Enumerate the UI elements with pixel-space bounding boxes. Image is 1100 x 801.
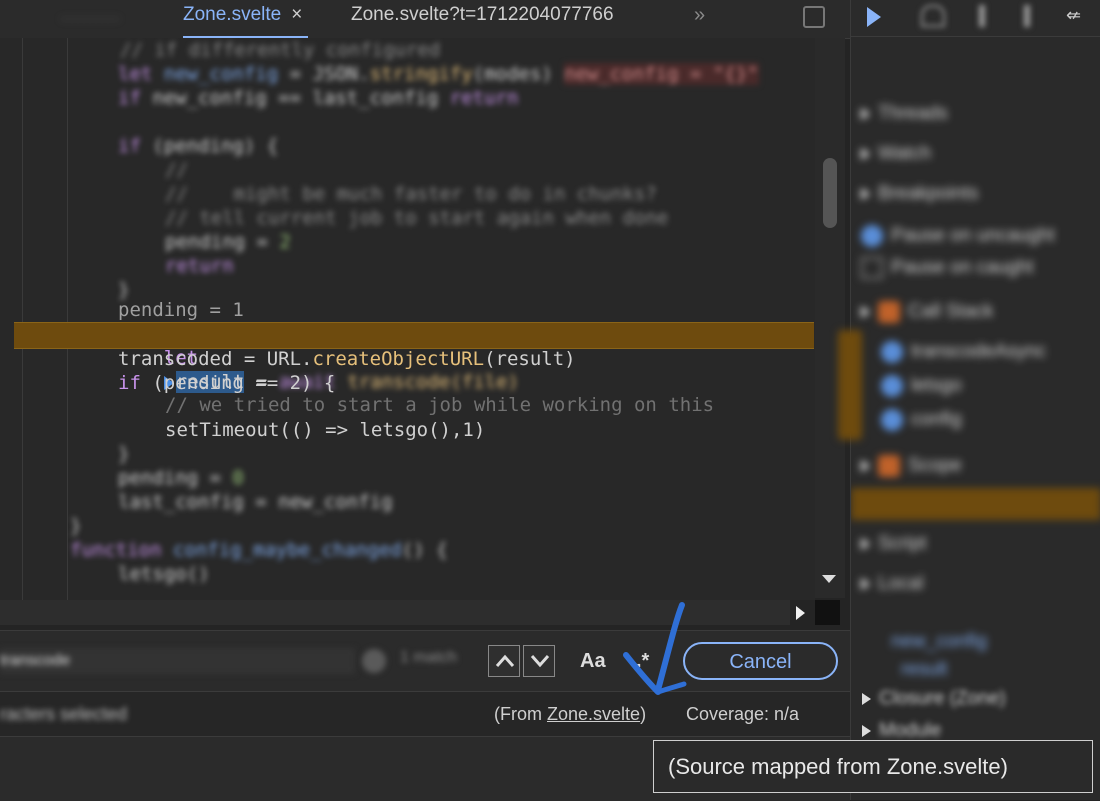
code-line: // if differently configured bbox=[120, 39, 441, 61]
tab-label: Zone.svelte bbox=[183, 4, 282, 25]
scope-section[interactable]: Scope bbox=[861, 452, 962, 480]
clear-search-icon[interactable] bbox=[362, 649, 386, 673]
cancel-button[interactable]: Cancel bbox=[683, 642, 838, 680]
expand-icon bbox=[861, 187, 870, 200]
search-input[interactable]: transcode bbox=[0, 648, 355, 674]
status-bar: racters selected (From Zone.svelte) Cove… bbox=[0, 691, 850, 736]
code-line: transcoded = URL.createObjectURL(result) bbox=[118, 348, 576, 370]
tab-zone-svelte-timestamped[interactable]: Zone.svelte?t=1712204077766 bbox=[351, 0, 614, 36]
expand-icon bbox=[861, 107, 870, 120]
previous-match-button[interactable] bbox=[488, 645, 520, 677]
selection-status: racters selected bbox=[0, 704, 128, 724]
code-editor[interactable]: // if differently configured let new_con… bbox=[0, 38, 815, 600]
breakpoint-item[interactable]: Pause on caught bbox=[861, 254, 1034, 282]
match-count: 1 match bbox=[400, 649, 457, 666]
tab-overflow-area[interactable]: ·········· bbox=[0, 0, 150, 38]
code-line: } bbox=[118, 443, 130, 465]
code-line: pending = 0 bbox=[118, 467, 244, 489]
annotation-arrow-icon bbox=[623, 602, 687, 695]
code-line: function config_maybe_changed() { bbox=[70, 539, 448, 561]
close-icon[interactable]: × bbox=[291, 4, 302, 25]
code-line: // bbox=[165, 159, 200, 181]
scope-item[interactable]: Script bbox=[861, 530, 927, 558]
watch-section[interactable]: Watch bbox=[861, 140, 931, 168]
next-match-button[interactable] bbox=[523, 645, 555, 677]
call-frame[interactable]: letsgo bbox=[881, 372, 962, 400]
tab-label: Zone.svelte?t=1712204077766 bbox=[351, 4, 614, 25]
code-line: } bbox=[70, 515, 82, 537]
deactivate-breakpoints-icon[interactable]: ⇍ bbox=[1066, 5, 1090, 29]
scrollbar-thumb[interactable] bbox=[823, 158, 837, 228]
chevron-up-icon bbox=[495, 654, 515, 667]
match-case-toggle[interactable]: Aa bbox=[580, 645, 606, 677]
call-stack-section[interactable]: Call Stack bbox=[861, 298, 994, 326]
paused-code-line: let result = await transcode(file) bbox=[163, 347, 519, 393]
scope-item[interactable]: Local bbox=[861, 570, 923, 598]
call-frame[interactable]: transcodeAsync bbox=[881, 338, 1046, 366]
coverage-status: Coverage: n/a bbox=[686, 704, 800, 724]
toggle-sidebar-icon[interactable] bbox=[803, 6, 825, 28]
code-line: if new_config == last_config return bbox=[118, 87, 519, 109]
indent-guide bbox=[22, 38, 23, 600]
code-line: // tell current job to start again when … bbox=[165, 207, 669, 229]
paused-frame-marker bbox=[838, 330, 862, 440]
code-line: if (pending) { bbox=[118, 135, 279, 157]
selected-call-frame[interactable] bbox=[851, 488, 1100, 520]
code-line: let new_config = JSON.stringify(modes) n… bbox=[118, 63, 759, 85]
indent-guide bbox=[67, 38, 68, 600]
more-tabs-icon[interactable]: » bbox=[694, 4, 705, 27]
call-frame[interactable]: config bbox=[881, 406, 962, 434]
closure-scope[interactable]: Closure (Zone) bbox=[862, 688, 1006, 710]
code-line: // we tried to start a job while working… bbox=[165, 394, 715, 416]
expand-icon bbox=[862, 724, 871, 737]
module-scope[interactable]: Module bbox=[862, 720, 941, 742]
debugger-toolbar: ⇍ bbox=[851, 0, 1100, 37]
step-out-icon[interactable] bbox=[1016, 5, 1040, 29]
breakpoint-item[interactable]: Pause on uncaught bbox=[861, 222, 1055, 250]
chevron-down-icon bbox=[530, 655, 550, 668]
breakpoints-section[interactable]: Breakpoints bbox=[861, 180, 978, 208]
source-mapped-from: (From Zone.svelte) bbox=[494, 704, 647, 724]
scope-variable: new_config bbox=[891, 631, 988, 652]
expand-icon bbox=[861, 147, 870, 160]
editor-tab-bar: ·········· Zone.svelte × Zone.svelte?t=17… bbox=[0, 0, 850, 39]
debugger-sidebar: ⇍ Threads Watch Breakpoints Pause on unc… bbox=[850, 0, 1100, 800]
threads-section[interactable]: Threads bbox=[861, 100, 948, 128]
source-file-link[interactable]: Zone.svelte bbox=[547, 704, 640, 724]
scope-variable: result bbox=[901, 659, 948, 680]
blurred-call: transcode(file) bbox=[347, 371, 519, 393]
code-line: letsgo() bbox=[118, 563, 210, 585]
code-line: setTimeout(() => letsgo(),1) bbox=[165, 419, 486, 441]
scroll-down-icon[interactable] bbox=[822, 575, 836, 583]
code-line: pending = 1 bbox=[118, 299, 244, 321]
search-bar: transcode 1 match Aa .* Cancel bbox=[0, 630, 850, 691]
code-line: last_config = new_config bbox=[118, 491, 393, 513]
expand-icon bbox=[862, 692, 871, 705]
code-line: // might be much faster to do in chunks? bbox=[165, 183, 657, 205]
step-over-icon[interactable] bbox=[921, 5, 945, 29]
step-into-icon[interactable] bbox=[971, 5, 995, 29]
code-line: return bbox=[165, 255, 234, 277]
vertical-scrollbar[interactable] bbox=[815, 38, 845, 598]
resume-icon[interactable] bbox=[863, 5, 887, 29]
scroll-right-icon[interactable] bbox=[796, 606, 805, 620]
source-map-tooltip: (Source mapped from Zone.svelte) bbox=[653, 740, 1093, 793]
code-line: if (pending == 2) { bbox=[118, 372, 336, 394]
code-line: pending = 2 bbox=[165, 231, 291, 253]
scrollbar-corner bbox=[815, 600, 840, 625]
tab-zone-svelte[interactable]: Zone.svelte × bbox=[183, 0, 309, 39]
